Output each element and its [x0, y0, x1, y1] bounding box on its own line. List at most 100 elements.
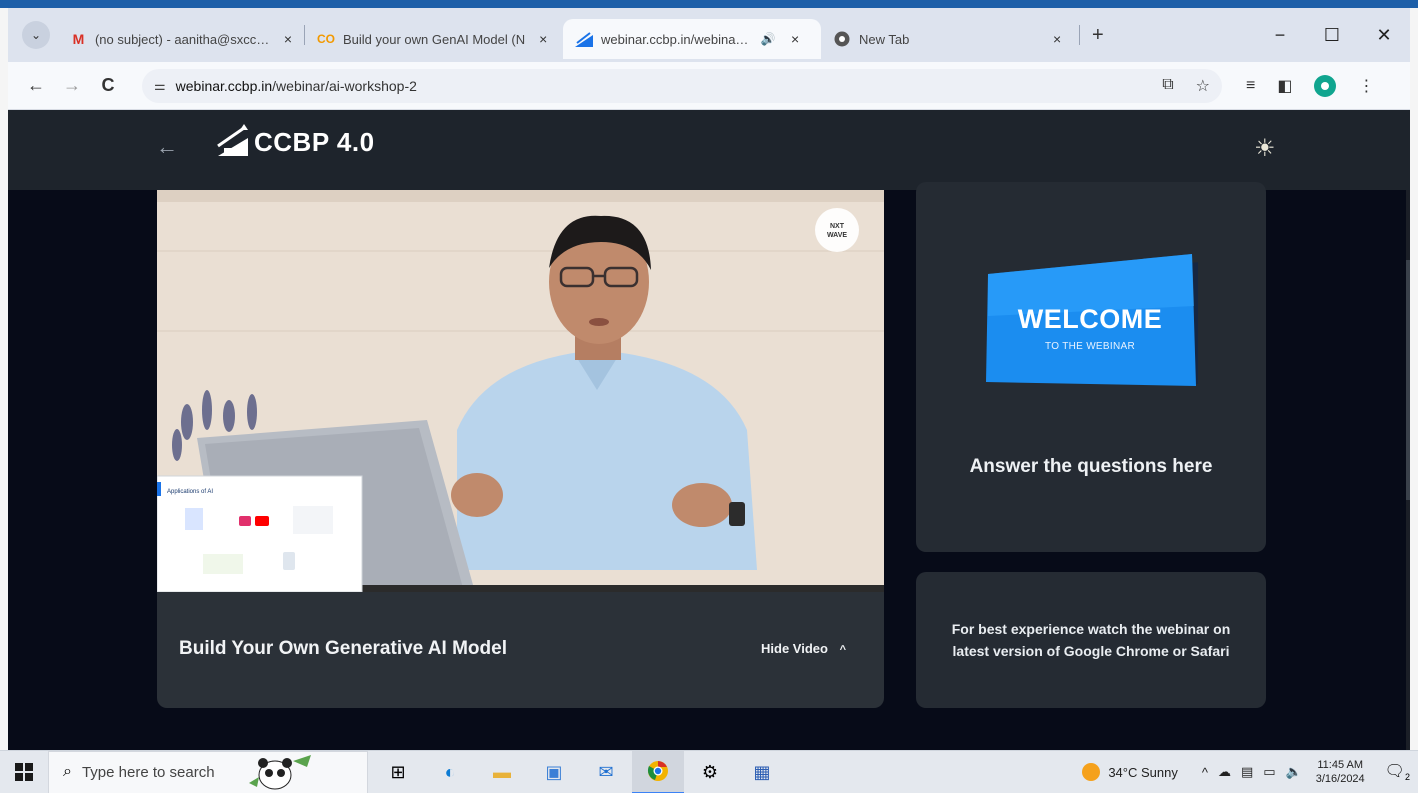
speaker-icon[interactable]: 🔊: [759, 30, 777, 48]
menu-kebab-icon[interactable]: ⋮: [1358, 76, 1374, 96]
taskbar-clock[interactable]: 11:45 AM 3/16/2024: [1316, 758, 1365, 786]
omnibox-actions: ⧉ ☆: [1162, 76, 1210, 96]
back-button[interactable]: ←: [18, 75, 54, 96]
reload-button[interactable]: C: [90, 75, 126, 96]
questions-card[interactable]: WELCOME TO THE WEBINAR Answer the questi…: [916, 182, 1266, 552]
word-icon[interactable]: ▦: [736, 751, 788, 793]
weather-sun-icon: [1082, 763, 1101, 781]
onedrive-icon[interactable]: ☁: [1218, 764, 1231, 780]
address-bar[interactable]: ⚌ webinar.ccbp.in/webinar/ai-workshop-2 …: [142, 68, 1222, 103]
gmail-icon: M: [72, 31, 85, 47]
mail-icon[interactable]: ✉: [580, 751, 632, 793]
tab-strip: ⌄ M (no subject) - aanitha@sxcce.co × CO…: [8, 8, 1410, 62]
volume-icon[interactable]: 🔈: [1286, 764, 1302, 780]
video-card: Applications of AI NXT WAVE Build Your O…: [157, 190, 884, 708]
browser-toolbar: ← → C ⚌ webinar.ccbp.in/webinar/ai-works…: [8, 62, 1410, 110]
clock-date: 3/16/2024: [1315, 773, 1365, 785]
tab-title: Build your own GenAI Model (N: [343, 31, 526, 47]
logo-text: CCBP 4.0: [254, 127, 375, 157]
tab-colab[interactable]: CO Build your own GenAI Model (N ×: [305, 19, 563, 59]
windows-logo-icon: [15, 763, 33, 781]
close-tab-icon[interactable]: ×: [1053, 31, 1061, 47]
windows-taskbar: ⌕ Type here to search ⊞ ◐ ▬ ▣ ✉ ⚙ ▦ 34°C…: [0, 750, 1418, 793]
hide-video-button[interactable]: Hide Video ^: [761, 641, 846, 656]
video-player[interactable]: Applications of AI NXT WAVE: [157, 190, 884, 592]
svg-text:NXT: NXT: [830, 223, 845, 230]
url-domain: webinar.ccbp.in: [175, 77, 273, 94]
url-path: /webinar/ai-workshop-2: [272, 77, 417, 94]
close-tab-icon[interactable]: ×: [539, 31, 547, 47]
notification-center-icon[interactable]: 🗨2: [1385, 761, 1410, 782]
tab-webinar[interactable]: webinar.ccbp.in/webinar/ai- 🔊 ×: [563, 19, 821, 59]
close-window-button[interactable]: ✕: [1358, 25, 1410, 46]
tab-title: New Tab: [859, 31, 910, 47]
windows-start-button[interactable]: [0, 763, 48, 781]
notification-count: 2: [1404, 772, 1410, 783]
forward-button[interactable]: →: [54, 75, 90, 96]
taskbar-search-placeholder: Type here to search: [81, 763, 215, 781]
reading-list-icon[interactable]: ≡: [1246, 77, 1255, 95]
store-icon[interactable]: ▣: [528, 751, 580, 793]
chrome-icon: [833, 30, 851, 48]
minimize-button[interactable]: −: [1254, 25, 1306, 46]
toolbar-actions: ≡ ◧ ⋮: [1246, 74, 1374, 97]
edge-icon[interactable]: ◐: [424, 751, 476, 793]
tab-separator: [1079, 25, 1080, 45]
browser-recommendation-card: For best experience watch the webinar on…: [916, 572, 1266, 708]
window-controls: − ☐ ✕: [1254, 8, 1410, 62]
file-explorer-icon[interactable]: ▬: [476, 751, 528, 793]
chevron-down-icon: ⌄: [30, 28, 42, 42]
url-text: webinar.ccbp.in/webinar/ai-workshop-2: [176, 78, 417, 94]
tab-gmail[interactable]: M (no subject) - aanitha@sxcce.co ×: [58, 19, 304, 59]
answer-questions-link[interactable]: Answer the questions here: [916, 456, 1266, 478]
system-tray: 34°C Sunny ^ ☁ ▤ ▭ 🔈 11:45 AM 3/16/2024 …: [1082, 758, 1418, 786]
welcome-title: WELCOME: [1017, 304, 1163, 334]
app-header: ← CCBP 4.0 ☀: [8, 110, 1410, 190]
clock-time: 11:45 AM: [1317, 759, 1364, 771]
site-info-icon[interactable]: ⚌: [154, 78, 166, 94]
webinar-page: ← CCBP 4.0 ☀ Applications of AI NXT WAVE…: [8, 110, 1410, 750]
logo-mark-icon: [217, 124, 248, 156]
profile-avatar-icon[interactable]: [1314, 74, 1337, 97]
svg-text:Applications of AI: Applications of AI: [167, 489, 213, 495]
battery-icon[interactable]: ▭: [1263, 764, 1275, 780]
chevron-up-icon: ^: [839, 644, 847, 656]
colab-icon: CO: [317, 32, 335, 46]
install-app-icon[interactable]: ⧉: [1162, 76, 1173, 96]
screen: ⌄ M (no subject) - aanitha@sxcce.co × CO…: [0, 0, 1418, 793]
network-icon[interactable]: ▤: [1241, 764, 1253, 780]
side-panel-icon[interactable]: ◧: [1277, 76, 1292, 96]
settings-gear-icon[interactable]: ⚙: [684, 751, 736, 793]
new-tab-button[interactable]: +: [1092, 24, 1104, 47]
page-scrollbar-thumb[interactable]: [1406, 260, 1410, 500]
close-tab-icon[interactable]: ×: [791, 31, 799, 47]
close-tab-icon[interactable]: ×: [284, 31, 292, 47]
tab-search-button[interactable]: ⌄: [22, 21, 50, 49]
tab-title: (no subject) - aanitha@sxcce.co: [94, 31, 270, 47]
task-view-icon[interactable]: ⊞: [372, 751, 424, 793]
theme-toggle-sun-icon[interactable]: ☀: [1254, 134, 1276, 163]
ccbp-logo[interactable]: CCBP 4.0: [214, 124, 375, 158]
search-highlight-panda-icon: [248, 755, 311, 790]
maximize-button[interactable]: ☐: [1306, 25, 1358, 46]
weather-text: 34°C Sunny: [1108, 764, 1178, 780]
tab-new-tab[interactable]: New Tab ×: [821, 19, 1079, 59]
bookmark-star-icon[interactable]: ☆: [1196, 76, 1210, 96]
browser-recommendation-text: For best experience watch the webinar on…: [951, 621, 1231, 659]
welcome-subtitle: TO THE WEBINAR: [1045, 341, 1135, 352]
ccbp-icon: [575, 30, 593, 48]
welcome-banner: WELCOME TO THE WEBINAR: [982, 246, 1198, 396]
window-top-border: [0, 0, 1418, 8]
back-arrow-icon[interactable]: ←: [156, 134, 178, 160]
search-icon: ⌕: [63, 763, 72, 780]
svg-text:WAVE: WAVE: [827, 232, 847, 239]
tab-title: webinar.ccbp.in/webinar/ai-: [601, 31, 751, 47]
hide-video-label: Hide Video: [761, 641, 828, 656]
taskbar-search-box[interactable]: ⌕ Type here to search: [48, 750, 368, 793]
presenter-video-frame: Applications of AI NXT WAVE: [157, 190, 884, 592]
taskbar-pinned-apps: ⊞ ◐ ▬ ▣ ✉ ⚙ ▦: [372, 750, 788, 793]
show-hidden-icons-chevron-icon[interactable]: ^: [1202, 765, 1208, 780]
chrome-taskbar-icon[interactable]: [632, 750, 684, 793]
weather-widget[interactable]: 34°C Sunny: [1082, 763, 1178, 781]
video-title: Build Your Own Generative AI Model: [179, 638, 507, 659]
